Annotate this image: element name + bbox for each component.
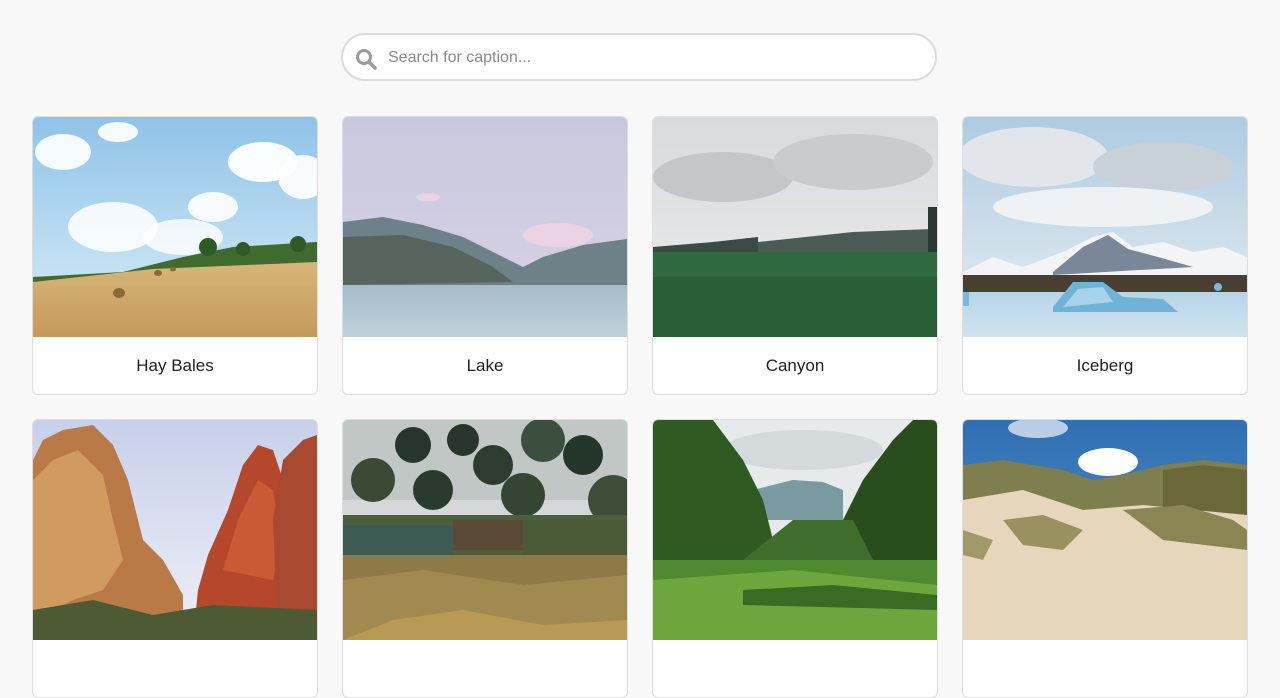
card-caption: Lake <box>466 355 504 375</box>
canyon-image <box>653 117 937 337</box>
search-input[interactable] <box>386 35 930 81</box>
image-gallery: Hay Bales Lake Canyon Iceberg <box>32 116 1248 698</box>
gallery-card[interactable]: Lake <box>342 116 628 395</box>
gallery-card[interactable]: Canyon <box>652 116 938 395</box>
gallery-card[interactable] <box>652 419 938 698</box>
green-valley-image <box>653 420 937 640</box>
lake-image <box>343 117 627 337</box>
gallery-card[interactable]: Iceberg <box>962 116 1248 395</box>
card-caption <box>963 640 1247 697</box>
gallery-card[interactable] <box>342 419 628 698</box>
red-rock-canyon-image <box>33 420 317 640</box>
search-icon <box>354 47 378 71</box>
gallery-card[interactable]: Hay Bales <box>32 116 318 395</box>
search-bar[interactable] <box>341 33 937 81</box>
card-caption: Iceberg <box>1076 355 1134 375</box>
sand-dunes-image <box>963 420 1247 640</box>
card-caption: Canyon <box>765 355 825 375</box>
garden-trees-image <box>343 420 627 640</box>
gallery-card[interactable] <box>32 419 318 698</box>
card-caption <box>653 640 937 697</box>
gallery-card[interactable] <box>962 419 1248 698</box>
card-caption <box>343 640 627 697</box>
iceberg-image <box>963 117 1247 337</box>
card-caption <box>33 640 317 697</box>
hay-bales-image <box>33 117 317 337</box>
card-caption: Hay Bales <box>136 355 214 375</box>
